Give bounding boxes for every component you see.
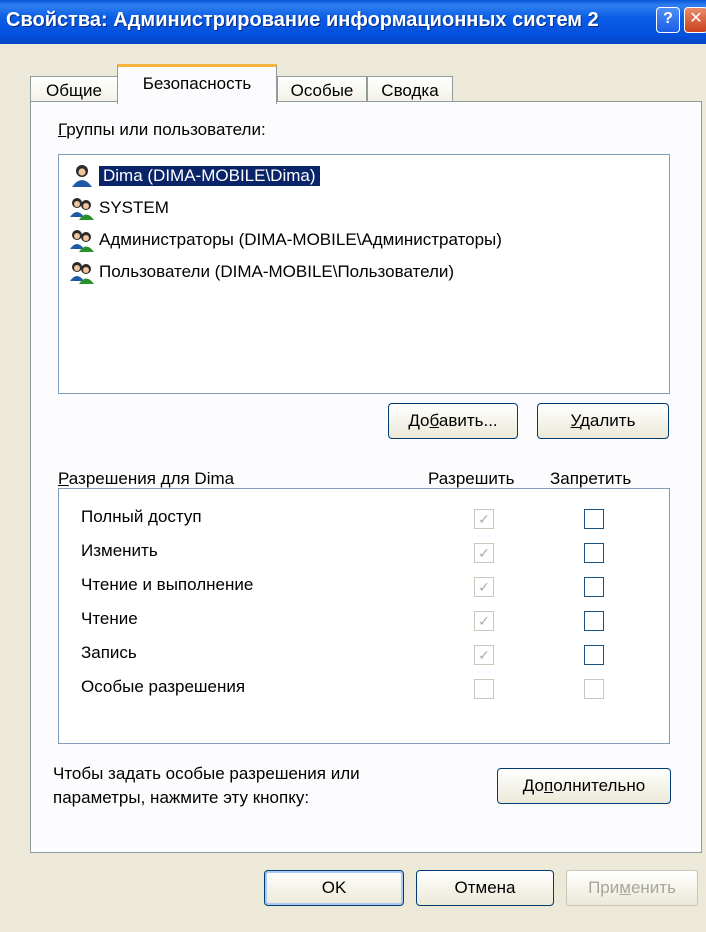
allow-checkbox: ✓	[474, 645, 494, 665]
title-bar[interactable]: Свойства: Администрирование информационн…	[0, 0, 706, 44]
list-item[interactable]: Пользователи (DIMA-MOBILE\Пользователи)	[69, 257, 454, 287]
permissions-label: Разрешения для Dima	[58, 469, 235, 488]
window-title: Свойства: Администрирование информационн…	[6, 9, 599, 31]
allow-checkbox	[474, 679, 494, 699]
dialog-button-bar: OK Отмена Применить	[0, 870, 706, 932]
permission-row: Чтение ✓	[59, 605, 669, 637]
ok-button[interactable]: OK	[264, 870, 404, 906]
deny-checkbox[interactable]	[584, 509, 604, 529]
allow-checkbox: ✓	[474, 577, 494, 597]
allow-column-header: Разрешить	[428, 469, 515, 488]
permission-row: Особые разрешения	[59, 673, 669, 705]
list-item[interactable]: Dima (DIMA-MOBILE\Dima)	[69, 161, 320, 191]
groups-users-list[interactable]: Dima (DIMA-MOBILE\Dima) SYSTEM Администр…	[58, 154, 670, 394]
permission-row: Полный доступ ✓	[59, 503, 669, 535]
permissions-list: Полный доступ ✓ Изменить ✓ Чтение и выпо…	[58, 488, 670, 744]
allow-checkbox: ✓	[474, 611, 494, 631]
permission-row: Изменить ✓	[59, 537, 669, 569]
deny-checkbox[interactable]	[584, 577, 604, 597]
cancel-button[interactable]: Отмена	[416, 870, 554, 906]
security-panel: Группы или пользователи: Dima (DIMA-MOBI…	[30, 101, 702, 853]
deny-checkbox	[584, 679, 604, 699]
close-button[interactable]: ✕	[684, 7, 706, 33]
help-button[interactable]: ?	[656, 7, 680, 33]
allow-checkbox: ✓	[474, 543, 494, 563]
user-group-icon	[70, 198, 94, 220]
deny-checkbox[interactable]	[584, 543, 604, 563]
permission-row: Чтение и выполнение ✓	[59, 571, 669, 603]
hint-text-line-2: параметры, нажмите эту кнопку:	[53, 788, 310, 807]
single-user-icon	[72, 165, 92, 187]
user-group-icon	[70, 230, 94, 252]
groups-label: Группы или пользователи:	[58, 120, 266, 139]
hint-text-line-1: Чтобы задать особые разрешения или	[53, 764, 360, 783]
list-item[interactable]: Администраторы (DIMA-MOBILE\Администрато…	[69, 225, 502, 255]
allow-checkbox: ✓	[474, 509, 494, 529]
advanced-button[interactable]: Доолнительнополнительно	[497, 768, 671, 804]
tab-security[interactable]: Безопасность	[117, 64, 277, 104]
list-item[interactable]: SYSTEM	[69, 193, 169, 223]
deny-checkbox[interactable]	[584, 645, 604, 665]
remove-button[interactable]: Удалить	[537, 403, 669, 439]
user-group-icon	[70, 262, 94, 284]
apply-button[interactable]: Применить	[566, 870, 698, 906]
add-button[interactable]: Добавить...	[388, 403, 518, 439]
permission-row: Запись ✓	[59, 639, 669, 671]
deny-column-header: Запретить	[550, 469, 632, 488]
deny-checkbox[interactable]	[584, 611, 604, 631]
